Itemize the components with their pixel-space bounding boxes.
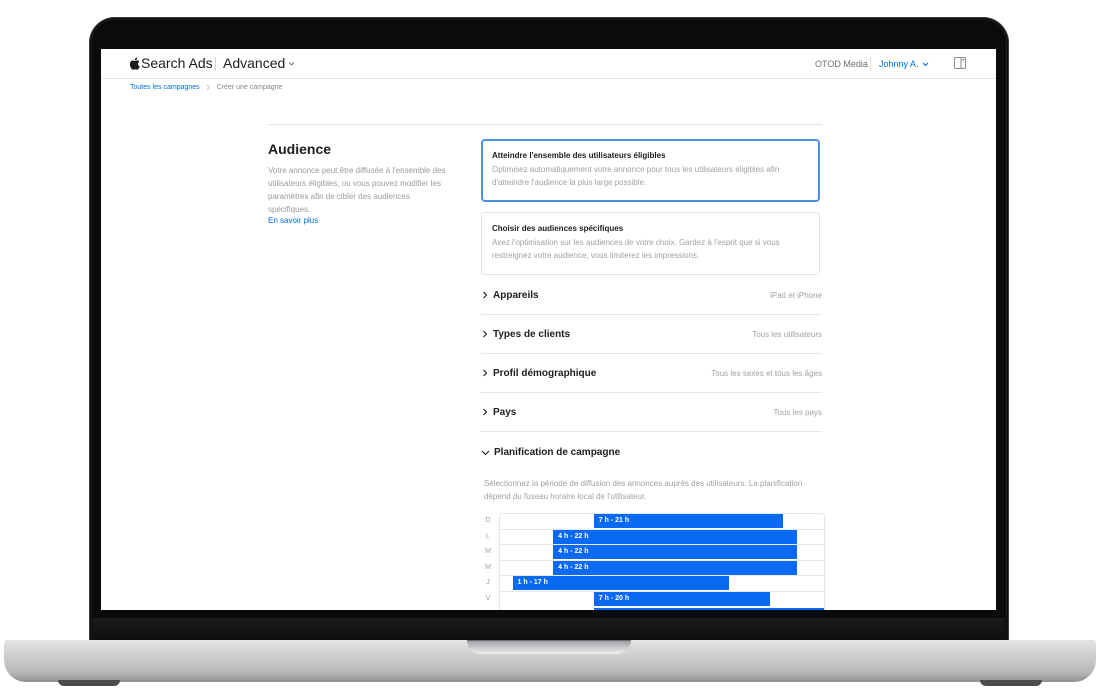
learn-more-link[interactable]: En savoir plus	[268, 216, 453, 225]
laptop-chin	[93, 618, 1005, 642]
chevron-right-icon	[483, 330, 488, 338]
schedule-bar[interactable]: 7 h - 21 h	[593, 514, 784, 528]
audience-option-specific[interactable]: Choisir des audiences spécifiques Axez l…	[481, 212, 820, 275]
option-title: Choisir des audiences spécifiques	[492, 224, 624, 233]
brand-logo[interactable]: Search Ads	[129, 55, 213, 71]
section-divider	[268, 124, 822, 125]
day-label: L	[486, 532, 490, 540]
chevron-down-icon	[481, 450, 490, 455]
day-label: M	[485, 548, 491, 556]
product-name: Advanced	[223, 55, 286, 71]
option-description: Optimisez automatiquement votre annonce …	[492, 165, 780, 187]
brand-name: Search Ads	[141, 55, 213, 71]
section-title: Profil démographique	[493, 367, 597, 379]
section-countries[interactable]: Pays Tous les pays	[481, 393, 822, 432]
schedule-description: Sélectionnez la période de diffusion des…	[484, 479, 803, 501]
day-label: V	[485, 595, 491, 602]
user-menu[interactable]: Johnny A.	[879, 59, 929, 69]
sidebar-toggle-icon[interactable]	[954, 57, 966, 69]
day-label: J	[486, 579, 490, 587]
breadcrumb-current: Créer une campagne	[216, 84, 283, 91]
apple-icon	[129, 57, 140, 70]
section-customer-types[interactable]: Types de clients Tous les utilisateurs	[481, 315, 822, 354]
screen: Search Ads Advanced OTOD Media Johnny A.…	[101, 49, 996, 610]
chevron-right-icon	[206, 84, 210, 91]
chevron-right-icon	[483, 369, 488, 377]
chevron-down-icon	[288, 61, 295, 66]
schedule-bar-partial	[593, 607, 824, 610]
laptop-notch	[467, 640, 631, 654]
schedule-bar[interactable]: 7 h - 20 h	[593, 592, 770, 606]
day-label: M	[485, 563, 491, 571]
user-name: Johnny A.	[879, 59, 919, 69]
top-navigation: Search Ads Advanced OTOD Media Johnny A.	[101, 49, 996, 79]
schedule-bar[interactable]: 1 h - 17 h	[512, 576, 730, 591]
section-value: Tous les pays	[773, 407, 822, 417]
section-value: Tous les utilisateurs	[752, 329, 822, 339]
section-title: Audience	[268, 141, 332, 157]
audience-option-all-eligible[interactable]: Atteindre l'ensemble des utilisateurs él…	[481, 139, 820, 202]
section-title: Types de clients	[493, 328, 571, 340]
organization-name[interactable]: OTOD Media	[815, 59, 868, 69]
section-description: Votre annonce peut être diffusée à l'ens…	[268, 166, 446, 214]
divider	[870, 57, 871, 71]
divider	[215, 57, 216, 71]
chevron-right-icon	[483, 291, 488, 299]
breadcrumb: Toutes les campagnes Créer une campagne	[130, 84, 282, 91]
laptop-foot	[980, 680, 1042, 686]
section-devices[interactable]: Appareils iPad et iPhone	[481, 276, 822, 315]
section-value: iPad et iPhone	[769, 290, 822, 300]
laptop-foot	[58, 680, 120, 686]
option-description: Axez l'optimisation sur les audiences de…	[492, 238, 780, 260]
section-title: Pays	[493, 406, 517, 418]
section-demographics[interactable]: Profil démographique Tous les sexes et t…	[481, 354, 822, 393]
schedule-bar[interactable]: 4 h - 22 h	[553, 529, 797, 544]
day-label: D	[485, 517, 491, 524]
section-title: Planification de campagne	[494, 447, 621, 458]
option-title: Atteindre l'ensemble des utilisateurs él…	[492, 151, 666, 160]
audience-intro: Audience Votre annonce peut être diffusé…	[268, 141, 453, 225]
breadcrumb-all-campaigns[interactable]: Toutes les campagnes	[130, 84, 200, 91]
chevron-down-icon	[922, 62, 928, 66]
schedule-bar[interactable]: 4 h - 22 h	[553, 545, 797, 560]
section-schedule[interactable]: Planification de campagne	[481, 447, 620, 458]
schedule-bar[interactable]: 4 h - 22 h	[553, 560, 797, 575]
section-value: Tous les sexes et tous les âges	[711, 368, 822, 378]
section-title: Appareils	[493, 289, 539, 301]
chevron-right-icon	[483, 408, 488, 416]
product-switcher[interactable]: Advanced	[223, 55, 295, 71]
